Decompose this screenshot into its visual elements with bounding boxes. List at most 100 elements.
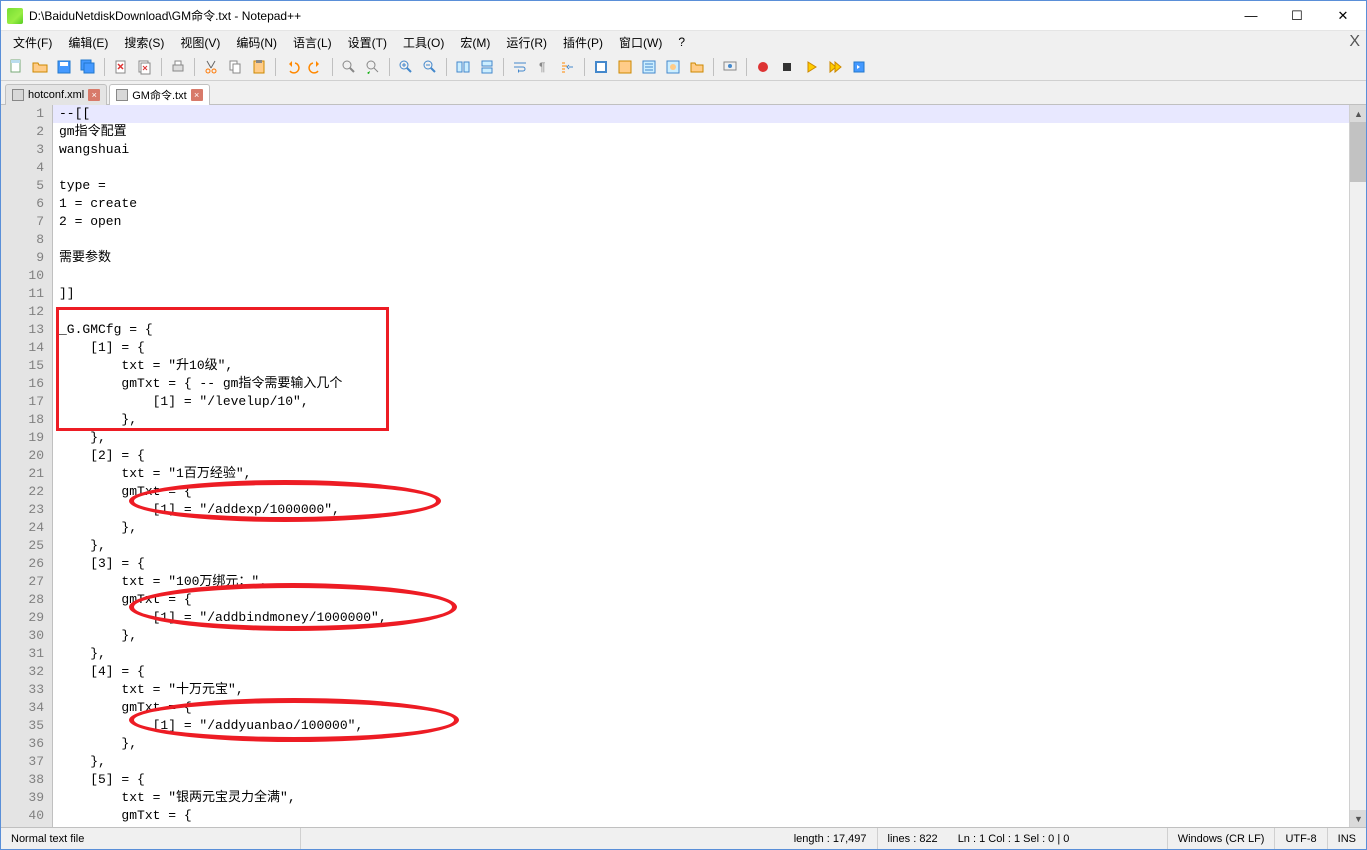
play-multi-icon[interactable] — [824, 56, 846, 78]
code-line[interactable]: }, — [53, 735, 1366, 753]
open-file-icon[interactable] — [29, 56, 51, 78]
code-line[interactable]: type = — [53, 177, 1366, 195]
code-line[interactable]: 1 = create — [53, 195, 1366, 213]
scroll-down-icon[interactable]: ▼ — [1350, 810, 1366, 827]
code-line[interactable]: [4] = { — [53, 663, 1366, 681]
code-line[interactable]: [5] = { — [53, 771, 1366, 789]
menu-help[interactable]: ? — [670, 33, 693, 51]
menu-tools[interactable]: 工具(O) — [395, 32, 452, 53]
code-line[interactable]: ]] — [53, 285, 1366, 303]
code-line[interactable] — [53, 231, 1366, 249]
minimize-button[interactable]: — — [1228, 1, 1274, 31]
doc-list-icon[interactable] — [638, 56, 660, 78]
tab-close-x-icon[interactable]: X — [1349, 33, 1360, 51]
code-line[interactable]: gmTxt = { -- gm指令需要输入几个 — [53, 375, 1366, 393]
maximize-button[interactable]: ☐ — [1274, 1, 1320, 31]
sync-h-icon[interactable] — [476, 56, 498, 78]
menu-edit[interactable]: 编辑(E) — [60, 32, 116, 53]
folder-view-icon[interactable] — [686, 56, 708, 78]
code-line[interactable]: }, — [53, 519, 1366, 537]
code-line[interactable]: [1] = { — [53, 339, 1366, 357]
close-file-icon[interactable] — [110, 56, 132, 78]
monitor-icon[interactable] — [719, 56, 741, 78]
tab-gm-commands[interactable]: GM命令.txt × — [109, 84, 209, 105]
code-line[interactable] — [53, 303, 1366, 321]
code-line[interactable]: gm指令配置 — [53, 123, 1366, 141]
func-list-icon[interactable] — [662, 56, 684, 78]
tab-hotconf[interactable]: hotconf.xml × — [5, 84, 107, 105]
tab-close-icon[interactable]: × — [191, 89, 203, 101]
toolbar-separator — [161, 58, 162, 76]
code-line[interactable]: }, — [53, 429, 1366, 447]
code-line[interactable]: _G.GMCfg = { — [53, 321, 1366, 339]
code-line[interactable]: gmTxt = { — [53, 483, 1366, 501]
code-line[interactable]: 2 = open — [53, 213, 1366, 231]
code-line[interactable]: [1] = "/addyuanbao/100000", — [53, 717, 1366, 735]
code-line[interactable]: [3] = { — [53, 555, 1366, 573]
indent-guide-icon[interactable] — [557, 56, 579, 78]
menu-view[interactable]: 视图(V) — [172, 32, 228, 53]
code-line[interactable]: }, — [53, 645, 1366, 663]
code-line[interactable]: wangshuai — [53, 141, 1366, 159]
code-line[interactable]: gmTxt = { — [53, 699, 1366, 717]
code-line[interactable]: }, — [53, 537, 1366, 555]
scroll-up-icon[interactable]: ▲ — [1350, 105, 1366, 122]
word-wrap-icon[interactable] — [509, 56, 531, 78]
menu-macro[interactable]: 宏(M) — [452, 32, 498, 53]
code-line[interactable]: }, — [53, 627, 1366, 645]
menu-encoding[interactable]: 编码(N) — [228, 32, 285, 53]
replace-icon[interactable] — [362, 56, 384, 78]
code-line[interactable]: txt = "十万元宝", — [53, 681, 1366, 699]
play-macro-icon[interactable] — [800, 56, 822, 78]
redo-icon[interactable] — [305, 56, 327, 78]
vertical-scrollbar[interactable]: ▲ ▼ — [1349, 105, 1366, 827]
code-line[interactable]: --[[ — [53, 105, 1366, 123]
paste-icon[interactable] — [248, 56, 270, 78]
code-area[interactable]: --[[gm指令配置wangshuai type =1 = create2 = o… — [53, 105, 1366, 827]
code-line[interactable]: gmTxt = { — [53, 591, 1366, 609]
record-macro-icon[interactable] — [752, 56, 774, 78]
menu-file[interactable]: 文件(F) — [5, 32, 60, 53]
lang-user-icon[interactable] — [590, 56, 612, 78]
show-all-chars-icon[interactable]: ¶ — [533, 56, 555, 78]
menu-run[interactable]: 运行(R) — [498, 32, 555, 53]
sync-v-icon[interactable] — [452, 56, 474, 78]
code-line[interactable]: [1] = "/levelup/10", — [53, 393, 1366, 411]
code-line[interactable] — [53, 267, 1366, 285]
copy-icon[interactable] — [224, 56, 246, 78]
menu-plugins[interactable]: 插件(P) — [555, 32, 611, 53]
tab-close-icon[interactable]: × — [88, 89, 100, 101]
menu-window[interactable]: 窗口(W) — [611, 32, 670, 53]
find-icon[interactable] — [338, 56, 360, 78]
menu-search[interactable]: 搜索(S) — [116, 32, 172, 53]
menu-language[interactable]: 语言(L) — [285, 32, 340, 53]
code-line[interactable]: txt = "银两元宝灵力全满", — [53, 789, 1366, 807]
close-button[interactable]: ✕ — [1320, 1, 1366, 31]
code-line[interactable]: [1] = "/addbindmoney/1000000", — [53, 609, 1366, 627]
print-icon[interactable] — [167, 56, 189, 78]
close-all-icon[interactable] — [134, 56, 156, 78]
code-line[interactable]: 需要参数 — [53, 249, 1366, 267]
doc-map-icon[interactable] — [614, 56, 636, 78]
code-line[interactable]: }, — [53, 753, 1366, 771]
menu-settings[interactable]: 设置(T) — [340, 32, 395, 53]
code-line[interactable]: [1] = "/addexp/1000000", — [53, 501, 1366, 519]
code-line[interactable]: gmTxt = { — [53, 807, 1366, 825]
scroll-thumb[interactable] — [1350, 122, 1366, 182]
code-line[interactable]: }, — [53, 411, 1366, 429]
save-all-icon[interactable] — [77, 56, 99, 78]
stop-macro-icon[interactable] — [776, 56, 798, 78]
save-macro-icon[interactable] — [848, 56, 870, 78]
code-line[interactable] — [53, 159, 1366, 177]
code-line[interactable]: txt = "升10级", — [53, 357, 1366, 375]
code-line[interactable]: txt = "100万绑元：", — [53, 573, 1366, 591]
code-line[interactable]: txt = "1百万经验", — [53, 465, 1366, 483]
editor[interactable]: 1234567891011121314151617181920212223242… — [1, 105, 1366, 827]
zoom-out-icon[interactable] — [419, 56, 441, 78]
cut-icon[interactable] — [200, 56, 222, 78]
code-line[interactable]: [2] = { — [53, 447, 1366, 465]
zoom-in-icon[interactable] — [395, 56, 417, 78]
save-icon[interactable] — [53, 56, 75, 78]
new-file-icon[interactable] — [5, 56, 27, 78]
undo-icon[interactable] — [281, 56, 303, 78]
